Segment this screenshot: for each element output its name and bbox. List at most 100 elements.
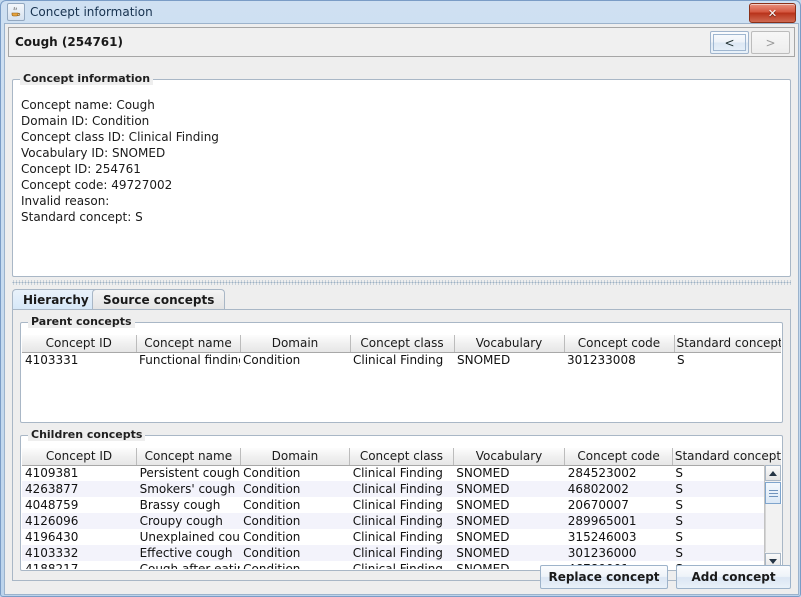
close-button[interactable]: ✕	[749, 3, 796, 23]
cell-concept-id: 4263877	[22, 481, 137, 497]
scrollbar-track[interactable]	[765, 504, 782, 552]
cell-concept-class: Clinical Finding	[350, 497, 454, 513]
cell-concept-code: 315246003	[565, 529, 673, 545]
table-row[interactable]: 4109381Persistent coughConditionClinical…	[22, 465, 781, 481]
java-coffee-cup-icon	[7, 3, 25, 21]
nav-next-button: >	[751, 31, 790, 54]
cell-concept-id: 4196430	[22, 529, 137, 545]
table-row[interactable]: 4196430Unexplained cou...ConditionClinic…	[22, 529, 781, 545]
column-header-domain[interactable]: Domain	[240, 335, 350, 352]
title-bar: Concept information ✕	[1, 1, 800, 23]
cell-concept-id: 4109381	[22, 465, 137, 481]
column-header-concept-code[interactable]: Concept code	[565, 448, 673, 465]
cell-concept-name: Smokers' cough	[137, 481, 241, 497]
cell-concept-class: Clinical Finding	[350, 481, 454, 497]
info-line-vocabulary-id: Vocabulary ID: SNOMED	[21, 145, 782, 161]
cell-vocabulary: SNOMED	[453, 497, 565, 513]
cell-concept-name: Effective cough	[137, 545, 241, 561]
cell-domain: Condition	[240, 529, 350, 545]
column-header-concept-id[interactable]: Concept ID	[22, 448, 137, 465]
cell-domain: Condition	[240, 352, 350, 368]
column-header-vocabulary[interactable]: Vocabulary	[454, 335, 564, 352]
column-header-concept-name[interactable]: Concept name	[136, 335, 240, 352]
cell-concept-name: Functional finding...	[136, 352, 240, 368]
hierarchy-tab-panel: Parent concepts Concept IDConcept nameDo…	[12, 309, 791, 581]
cell-concept-class: Clinical Finding	[350, 352, 454, 368]
parent-concepts-table-wrap: Concept IDConcept nameDomainConcept clas…	[22, 335, 781, 421]
cell-domain: Condition	[240, 465, 350, 481]
page-title: Cough (254761)	[15, 35, 123, 49]
table-row[interactable]: 4103332Effective coughConditionClinical …	[22, 545, 781, 561]
cell-concept-class: Clinical Finding	[350, 465, 454, 481]
cell-concept-name: Unexplained cou...	[137, 529, 241, 545]
cell-concept-code: 289965001	[565, 513, 673, 529]
scroll-up-arrow-icon[interactable]	[765, 465, 781, 481]
tab-hierarchy[interactable]: Hierarchy	[12, 289, 100, 309]
table-row[interactable]: 4048759Brassy coughConditionClinical Fin…	[22, 497, 781, 513]
split-pane-divider[interactable]	[12, 280, 791, 285]
table-row[interactable]: 4103331Functional finding...ConditionCli…	[22, 352, 781, 368]
column-header-concept-code[interactable]: Concept code	[564, 335, 674, 352]
info-line-concept-class-id: Concept class ID: Clinical Finding	[21, 129, 782, 145]
cell-concept-class: Clinical Finding	[350, 545, 454, 561]
parent-concepts-table[interactable]: Concept IDConcept nameDomainConcept clas…	[22, 335, 781, 368]
cell-concept-class: Clinical Finding	[350, 529, 454, 545]
parent-concepts-panel: Parent concepts Concept IDConcept nameDo…	[20, 322, 783, 423]
info-line-concept-code: Concept code: 49727002	[21, 177, 782, 193]
info-line-standard-concept: Standard concept: S	[21, 209, 782, 225]
cell-concept-code: 20670007	[565, 497, 673, 513]
children-concepts-table-body: 4109381Persistent coughConditionClinical…	[22, 465, 781, 569]
children-concepts-legend: Children concepts	[28, 428, 145, 441]
table-row[interactable]: 4263877Smokers' coughConditionClinical F…	[22, 481, 781, 497]
children-concepts-panel: Children concepts Concept IDConcept name…	[20, 435, 783, 571]
cell-concept-code: 301236000	[565, 545, 673, 561]
concept-information-body: Concept name: Cough Domain ID: Condition…	[14, 92, 789, 275]
tab-strip: Hierarchy Source concepts	[12, 289, 791, 309]
concept-header-bar: Cough (254761) < >	[8, 27, 795, 57]
info-line-domain-id: Domain ID: Condition	[21, 113, 782, 129]
children-vertical-scrollbar[interactable]	[764, 465, 781, 569]
column-header-concept-class[interactable]: Concept class	[350, 335, 454, 352]
action-button-bar: Replace concept Add concept	[8, 563, 795, 591]
cell-domain: Condition	[240, 497, 350, 513]
cell-concept-code: 284523002	[565, 465, 673, 481]
cell-concept-name: Croupy cough	[137, 513, 241, 529]
cell-domain: Condition	[240, 545, 350, 561]
column-header-concept-id[interactable]: Concept ID	[22, 335, 136, 352]
cell-vocabulary: SNOMED	[453, 481, 565, 497]
cell-concept-id: 4103331	[22, 352, 136, 368]
cell-concept-name: Persistent cough	[137, 465, 241, 481]
table-header-row: Concept IDConcept nameDomainConcept clas…	[22, 335, 781, 352]
scrollbar-thumb[interactable]	[765, 482, 781, 504]
column-header-concept-class[interactable]: Concept class	[350, 448, 454, 465]
column-header-vocabulary[interactable]: Vocabulary	[453, 448, 565, 465]
column-header-standard-concept[interactable]: Standard concept	[672, 448, 781, 465]
children-concepts-table-wrap: Concept IDConcept nameDomainConcept clas…	[22, 448, 781, 569]
info-line-invalid-reason: Invalid reason:	[21, 193, 782, 209]
cell-vocabulary: SNOMED	[453, 513, 565, 529]
cell-vocabulary: SNOMED	[454, 352, 564, 368]
table-row[interactable]: 4126096Croupy coughConditionClinical Fin…	[22, 513, 781, 529]
nav-previous-button[interactable]: <	[710, 31, 749, 54]
column-header-concept-name[interactable]: Concept name	[137, 448, 241, 465]
window-content: Cough (254761) < > Concept information C…	[4, 23, 799, 595]
cell-domain: Condition	[240, 481, 350, 497]
cell-vocabulary: SNOMED	[453, 465, 565, 481]
cell-vocabulary: SNOMED	[453, 545, 565, 561]
replace-concept-button[interactable]: Replace concept	[540, 565, 668, 589]
cell-concept-code: 301233008	[564, 352, 674, 368]
cell-concept-class: Clinical Finding	[350, 513, 454, 529]
cell-concept-id: 4103332	[22, 545, 137, 561]
table-header-row: Concept IDConcept nameDomainConcept clas…	[22, 448, 781, 465]
cell-concept-id: 4048759	[22, 497, 137, 513]
add-concept-button[interactable]: Add concept	[676, 565, 791, 589]
children-concepts-table[interactable]: Concept IDConcept nameDomainConcept clas…	[22, 448, 781, 569]
cell-concept-id: 4126096	[22, 513, 137, 529]
cell-standard-concept: S	[674, 352, 781, 368]
cell-vocabulary: SNOMED	[453, 529, 565, 545]
column-header-domain[interactable]: Domain	[240, 448, 350, 465]
cell-domain: Condition	[240, 513, 350, 529]
concept-information-legend: Concept information	[20, 72, 153, 85]
column-header-standard-concept[interactable]: Standard concept	[674, 335, 781, 352]
tab-source-concepts[interactable]: Source concepts	[92, 289, 225, 309]
